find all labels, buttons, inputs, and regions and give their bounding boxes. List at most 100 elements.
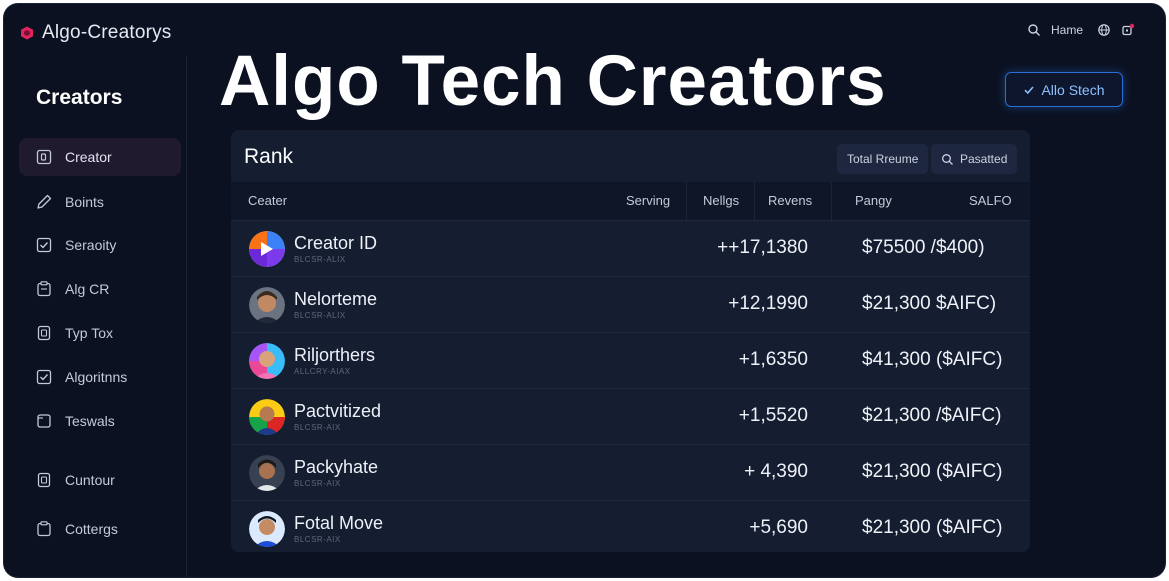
panel-title: Rank: [244, 145, 294, 168]
sidebar-title: Creators: [36, 86, 123, 109]
creator-name: Nelorteme: [294, 289, 378, 309]
brand[interactable]: Algo-Creatorys: [20, 22, 172, 44]
total-filter-chip[interactable]: Total Rreume: [837, 144, 929, 174]
column-divider: [686, 182, 687, 220]
avatar-graphic: [249, 287, 285, 323]
sidebar-item-typ-tox[interactable]: Typ Tox: [19, 314, 181, 352]
growth-value: ++17,1380: [717, 237, 808, 258]
notification-icon[interactable]: [1121, 23, 1135, 37]
sidebar-item-label: Cottergs: [65, 521, 118, 537]
sidebar-item-cottergs[interactable]: Cottergs: [19, 510, 181, 548]
creator-handle: BLCSR-AIX: [294, 535, 341, 544]
check-box-icon: [36, 369, 52, 385]
creator-name: Creator ID: [294, 233, 378, 253]
avatar: [249, 287, 285, 323]
creator-name: Riljorthers: [294, 345, 376, 365]
sidebar-item-alg-cr[interactable]: Alg CR: [19, 270, 181, 308]
check-icon: [1024, 85, 1035, 94]
table-row[interactable]: Nelorteme BLCSR-ALIX +12,1990 $21,300 $A…: [231, 276, 1030, 332]
table-row[interactable]: Riljorthers ALLCRY-AIAX +1,6350 $41,300 …: [231, 332, 1030, 388]
search-icon[interactable]: [1027, 23, 1041, 37]
creator-handle: BLCSR-ALIX: [294, 311, 346, 320]
column-header[interactable]: Revens: [768, 193, 812, 208]
creator-name: Fotal Move: [294, 513, 384, 533]
column-divider: [754, 182, 755, 220]
sidebar-item-label: Alg CR: [65, 281, 110, 297]
document-icon: [37, 472, 51, 488]
clipboard-icon: [37, 521, 51, 537]
growth-value: +12,1990: [728, 293, 808, 314]
avatar: [249, 399, 285, 435]
top-right-toolbar: Hame: [1027, 23, 1135, 37]
app-window: Algo-Creatorys Hame Creators Creator Boi…: [4, 4, 1165, 577]
sidebar: Creators Creator Boints Seraoity Alg CR …: [4, 56, 187, 577]
cta-button[interactable]: Allo Stech: [1005, 72, 1123, 107]
revenue-value: $21,300 /$AIFC): [862, 405, 1002, 426]
search-icon: [942, 153, 953, 165]
avatar-graphic: [249, 231, 285, 267]
sidebar-item-label: Algoritnns: [65, 369, 128, 385]
avatar: [249, 511, 285, 547]
creator-handle: BLCSR-AIX: [294, 423, 341, 432]
sidebar-item-label: Cuntour: [65, 472, 115, 488]
id-card-icon: [36, 149, 52, 165]
avatar-graphic: [249, 343, 285, 379]
table-row[interactable]: Creator ID BLCSR-ALIX ++17,1380 $75500 /…: [231, 220, 1030, 276]
column-header[interactable]: Nellgs: [703, 193, 739, 208]
rank-panel: Rank Total Rreume Pasatted Ceater Servin…: [231, 130, 1030, 552]
table-header: Ceater Serving Nellgs Revens Pangy SALFO: [231, 182, 1030, 220]
revenue-value: $21,300 ($AIFC): [862, 461, 1003, 482]
column-header[interactable]: Ceater: [248, 193, 287, 208]
table-row[interactable]: Packyhate BLCSR-AIX + 4,390 $21,300 ($AI…: [231, 444, 1030, 500]
growth-value: +1,6350: [738, 349, 808, 370]
sidebar-item-label: Boints: [65, 194, 104, 210]
column-header[interactable]: Pangy: [855, 193, 892, 208]
total-filter-label: Total Rreume: [847, 152, 919, 166]
cta-label: Allo Stech: [1041, 81, 1105, 98]
sidebar-item-label: Creator: [65, 149, 112, 165]
page-title: Algo Tech Creators: [219, 42, 887, 121]
sidebar-item-label: Seraoity: [65, 237, 117, 253]
avatar: [249, 455, 285, 491]
creator-handle: BLCSR-ALIX: [294, 255, 346, 264]
search-chip-label: Pasatted: [960, 152, 1008, 166]
revenue-value: $41,300 ($AIFC): [862, 349, 1003, 370]
sidebar-item-creator[interactable]: Creator: [19, 138, 181, 176]
revenue-value: $21,300 ($AIFC): [862, 517, 1003, 538]
panel-header: Rank Total Rreume Pasatted: [231, 130, 1030, 182]
sidebar-item-seraoity[interactable]: Seraoity: [19, 226, 181, 264]
revenue-value: $75500 /$400): [862, 237, 985, 258]
sidebar-item-label: Teswals: [65, 413, 115, 429]
avatar-graphic: [249, 399, 285, 435]
brand-logo-icon: [21, 26, 33, 40]
revenue-value: $21,300 $AIFC): [862, 293, 997, 314]
sidebar-item-label: Typ Tox: [65, 325, 113, 341]
brand-name: Algo-Creatorys: [42, 22, 172, 43]
home-link[interactable]: Hame: [1051, 23, 1083, 37]
sidebar-item-cuntour[interactable]: Cuntour: [19, 461, 181, 499]
sidebar-item-algoritnns[interactable]: Algoritnns: [19, 358, 181, 396]
document-icon: [37, 325, 51, 341]
avatar: [249, 231, 285, 267]
search-chip[interactable]: Pasatted: [931, 144, 1018, 174]
table-row[interactable]: Fotal Move BLCSR-AIX +5,690 $21,300 ($AI…: [231, 500, 1030, 552]
square-icon: [37, 414, 51, 428]
creator-handle: BLCSR-AIX: [294, 479, 341, 488]
globe-icon[interactable]: [1097, 23, 1111, 37]
pen-icon: [37, 194, 52, 209]
sidebar-item-boints[interactable]: Boints: [19, 183, 181, 221]
growth-value: +1,5520: [738, 405, 808, 426]
check-box-icon: [36, 237, 52, 253]
column-divider: [831, 182, 832, 220]
growth-value: +5,690: [749, 517, 808, 538]
sidebar-item-teswals[interactable]: Teswals: [19, 402, 181, 440]
creator-name: Pactvitized: [294, 401, 382, 421]
column-header[interactable]: Serving: [626, 193, 670, 208]
column-header[interactable]: SALFO: [969, 193, 1012, 208]
growth-value: + 4,390: [744, 461, 808, 482]
creator-name: Packyhate: [294, 457, 379, 477]
creator-handle: ALLCRY-AIAX: [294, 367, 351, 376]
avatar-graphic: [249, 511, 285, 547]
table-row[interactable]: Pactvitized BLCSR-AIX +1,5520 $21,300 /$…: [231, 388, 1030, 444]
clipboard-icon: [37, 281, 51, 297]
